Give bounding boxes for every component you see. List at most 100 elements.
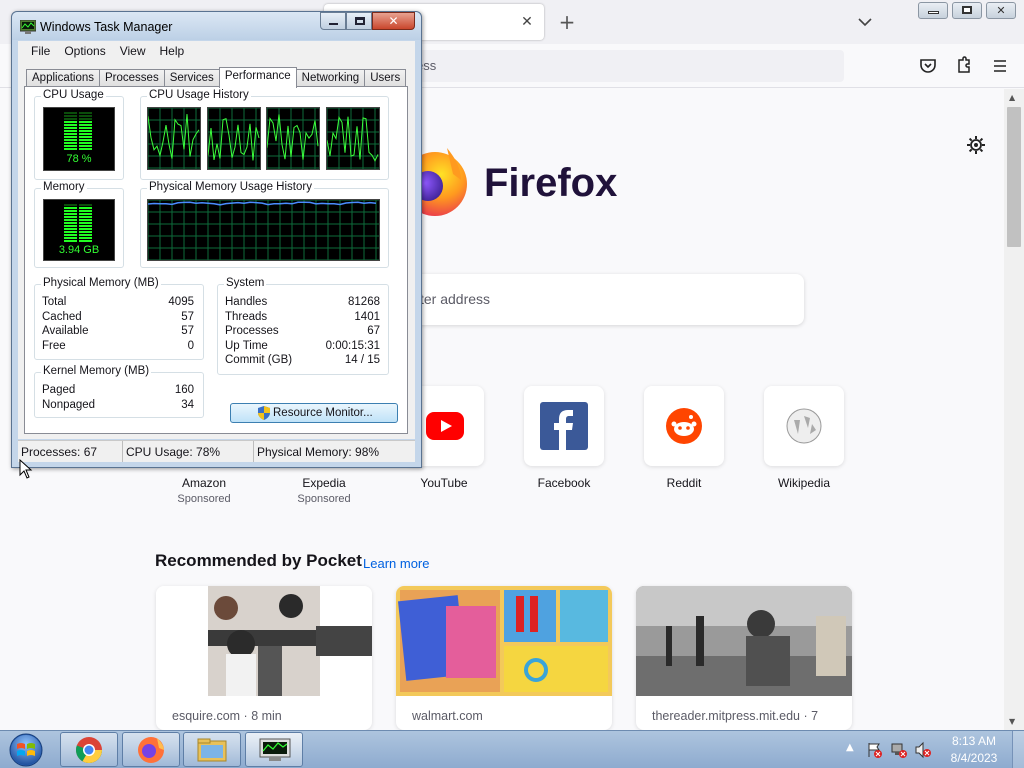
cpu-core-graph: [266, 107, 320, 170]
tab-close-icon[interactable]: ✕: [518, 13, 536, 31]
show-hidden-icons-icon[interactable]: ▲: [846, 742, 854, 753]
meter-segment: [64, 121, 77, 123]
new-tab-button[interactable]: +: [557, 10, 577, 34]
meter-segment: [64, 130, 77, 132]
cpu-core-graph: [207, 107, 261, 170]
physical-memory-group: Physical Memory (MB) Total 4095 Cached 57 …: [34, 277, 204, 360]
article-image: [636, 586, 852, 696]
task-manager-titlebar[interactable]: Windows Task Manager ✕: [12, 12, 421, 40]
meter-segment: [79, 124, 92, 126]
menu-options[interactable]: Options: [57, 41, 112, 61]
status-processes: Processes: 67: [18, 441, 123, 462]
memory-value: 3.94 GB: [58, 244, 100, 256]
network-icon[interactable]: [890, 741, 908, 759]
cpu-usage-meter: 78 %: [43, 107, 115, 171]
search-placeholder: ter address: [420, 291, 491, 307]
taskbar-firefox[interactable]: [122, 732, 180, 767]
taskbar-chrome[interactable]: [60, 732, 118, 767]
clock-date[interactable]: 8/4/2023: [947, 751, 1001, 765]
tile-label: Expedia: [302, 476, 346, 490]
page-scrollbar[interactable]: ▲ ▼: [1004, 89, 1024, 730]
show-desktop-button[interactable]: [1012, 731, 1024, 768]
firefox-wordmark: Firefox: [484, 161, 618, 205]
settings-gear-icon[interactable]: [964, 133, 988, 157]
pocket-card[interactable]: thereader.mitpress.mit.edu · 7: [636, 586, 852, 730]
firefox-minimize-button[interactable]: [918, 2, 948, 19]
uac-shield-icon: [258, 406, 270, 420]
pocket-learn-more-link[interactable]: Learn more: [363, 556, 429, 571]
top-site-reddit[interactable]: Reddit: [636, 386, 732, 490]
system-tray: ▲ 8:13 AM 8/4/2023: [844, 731, 1024, 768]
firefox-close-button[interactable]: ✕: [986, 2, 1016, 19]
scrollbar-thumb[interactable]: [1007, 107, 1021, 247]
clock-time[interactable]: 8:13 AM: [947, 734, 1001, 748]
meter-segment: [79, 225, 92, 227]
meter-segment: [64, 115, 77, 117]
tab-performance[interactable]: Performance: [218, 67, 297, 88]
stat-row: Free 0: [42, 340, 194, 352]
tab-services[interactable]: Services: [163, 69, 220, 87]
menu-help[interactable]: Help: [153, 41, 192, 61]
meter-segment: [64, 133, 77, 135]
cpu-usage-value: 78 %: [66, 153, 92, 165]
meter-segment: [64, 234, 77, 236]
menu-hamburger-icon[interactable]: [988, 54, 1012, 78]
tab-users[interactable]: Users: [364, 69, 407, 87]
meter-segment: [64, 210, 77, 212]
system-title: System: [224, 277, 267, 289]
cpu-core-graph: [326, 107, 380, 170]
meter-segment: [79, 112, 92, 114]
task-manager-app-icon: [19, 19, 37, 34]
start-button[interactable]: [4, 733, 48, 767]
action-center-flag-icon[interactable]: [866, 741, 884, 759]
maximize-button[interactable]: [346, 12, 372, 30]
memory-history-graph: [147, 199, 380, 261]
top-site-wikipedia[interactable]: Wikipedia: [756, 386, 852, 490]
top-site-facebook[interactable]: Facebook: [516, 386, 612, 490]
stat-row: Up Time 0:00:15:31: [225, 340, 380, 352]
close-button[interactable]: ✕: [372, 12, 415, 30]
volume-muted-icon[interactable]: [914, 741, 932, 759]
menu-view[interactable]: View: [113, 41, 153, 61]
scroll-down-arrow-icon[interactable]: ▼: [1009, 717, 1015, 726]
resource-monitor-button[interactable]: Resource Monitor...: [230, 403, 398, 423]
tab-networking[interactable]: Networking: [295, 69, 366, 87]
tab-applications[interactable]: Applications: [26, 69, 101, 87]
taskbar-task-manager[interactable]: [245, 732, 303, 767]
tab-processes[interactable]: Processes: [99, 69, 165, 87]
list-all-tabs-icon[interactable]: [855, 10, 875, 34]
pocket-card[interactable]: esquire.com · 8 min: [156, 586, 372, 730]
wikipedia-icon: [786, 408, 822, 444]
tile-label: Wikipedia: [777, 476, 831, 490]
explorer-icon: [197, 738, 227, 762]
minimize-button[interactable]: [320, 12, 346, 30]
extensions-icon[interactable]: [952, 54, 976, 78]
reddit-icon: [666, 408, 702, 444]
menu-file[interactable]: File: [24, 41, 57, 61]
meter-segment: [64, 136, 77, 138]
scroll-up-arrow-icon[interactable]: ▲: [1009, 93, 1015, 102]
tile-label: Amazon: [181, 476, 227, 490]
task-manager-window: Windows Task Manager ✕ File Options View…: [11, 11, 422, 468]
meter-segment: [64, 216, 77, 218]
meter-segment: [79, 207, 92, 209]
pocket-card[interactable]: walmart.com: [396, 586, 612, 730]
stat-row: Total 4095: [42, 296, 194, 308]
article-image: [396, 586, 612, 696]
task-manager-body: Applications Processes Services Performa…: [18, 61, 415, 439]
firefox-restore-button[interactable]: [952, 2, 982, 19]
meter-segment: [79, 240, 92, 242]
article-image: [156, 586, 372, 696]
meter-segment: [64, 204, 77, 206]
status-physical-memory: Physical Memory: 98%: [257, 445, 380, 459]
task-manager-icon: [259, 738, 291, 761]
taskbar-explorer[interactable]: [183, 732, 241, 767]
meter-segment: [79, 210, 92, 212]
meter-segment: [64, 142, 77, 144]
tile-label: Facebook: [537, 476, 591, 490]
taskbar: ▲ 8:13 AM 8/4/2023: [0, 730, 1024, 768]
youtube-icon: [426, 412, 464, 440]
meter-segment: [79, 115, 92, 117]
pocket-icon[interactable]: [916, 54, 940, 78]
cpu-history-title: CPU Usage History: [147, 89, 251, 101]
